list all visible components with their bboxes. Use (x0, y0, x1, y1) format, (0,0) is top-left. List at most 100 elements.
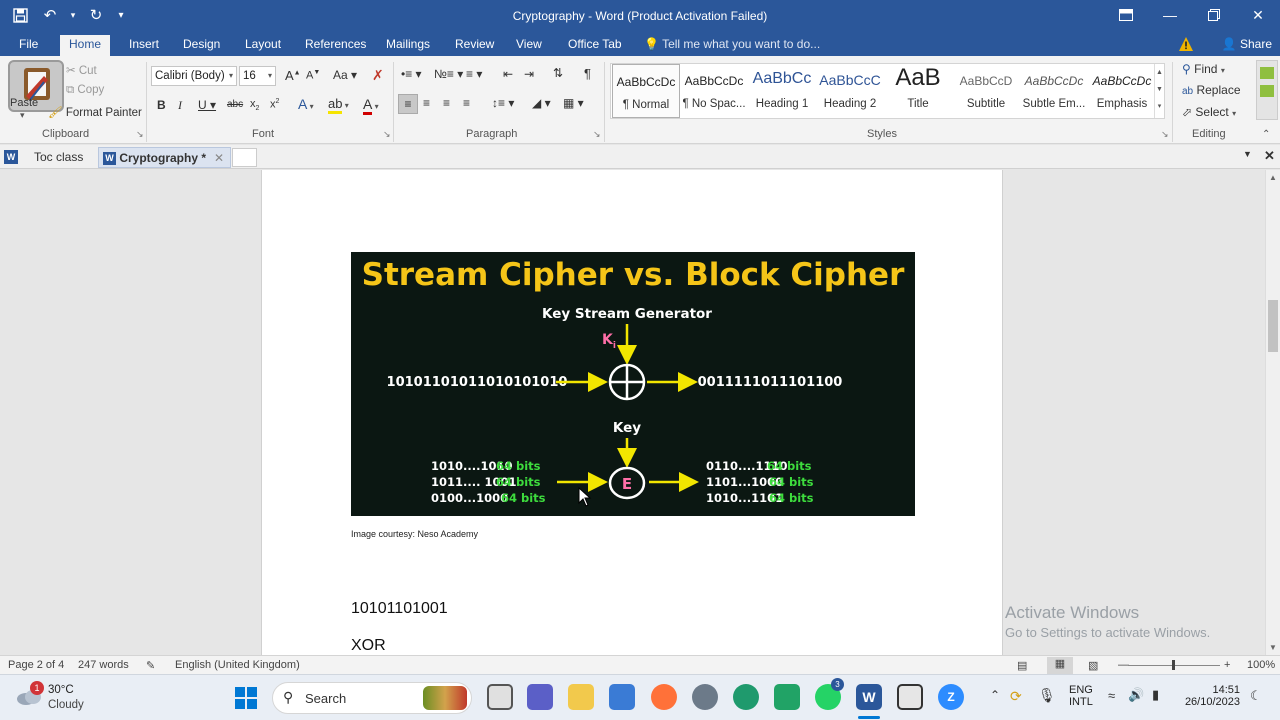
task-view-icon[interactable] (487, 684, 513, 710)
tab-file[interactable]: File (10, 35, 47, 56)
snipping-tool-icon[interactable] (897, 684, 923, 710)
zoom-in-icon[interactable]: + (1224, 659, 1230, 671)
tab-review[interactable]: Review (446, 35, 503, 56)
increase-indent-icon[interactable]: ⇥ (524, 67, 534, 81)
style-emphasis[interactable]: AaBbCcDc Emphasis (1088, 64, 1156, 118)
style-title[interactable]: AaB Title (884, 64, 952, 118)
read-mode-icon[interactable]: ▤ (1017, 659, 1027, 672)
align-center-icon[interactable]: ≡ (423, 96, 430, 110)
subscript-icon[interactable]: x2 (250, 98, 259, 112)
tab-view[interactable]: View (507, 35, 551, 56)
pycharm-icon[interactable] (774, 684, 800, 710)
style-subtle-emphasis[interactable]: AaBbCcDc Subtle Em... (1020, 64, 1088, 118)
style-heading-1[interactable]: AaBbCc Heading 1 (748, 64, 816, 118)
text-effects-icon[interactable]: A ▾ (298, 96, 314, 112)
document-page[interactable]: Stream Cipher vs. Block Cipher Key Strea… (261, 170, 1003, 655)
style-no-spacing[interactable]: AaBbCcDc ¶ No Spac... (680, 64, 748, 118)
edge-icon[interactable] (733, 684, 759, 710)
multilevel-list-icon[interactable]: ≡ ▾ (466, 67, 482, 81)
style-heading-2[interactable]: AaBbCcC Heading 2 (816, 64, 884, 118)
shrink-font-icon[interactable]: A▼ (306, 69, 320, 82)
decrease-indent-icon[interactable]: ⇤ (503, 67, 513, 81)
zoom-app-icon[interactable]: Z (938, 684, 964, 710)
scroll-thumb[interactable] (1268, 300, 1278, 352)
tab-insert[interactable]: Insert (120, 35, 168, 56)
vertical-scrollbar[interactable]: ▲ ▼ (1265, 170, 1280, 655)
borders-icon[interactable]: ▦ ▾ (563, 96, 584, 110)
tab-home[interactable]: Home (60, 35, 111, 56)
copy-button[interactable]: ⧉ Copy (66, 84, 104, 97)
word-count[interactable]: 247 words (78, 659, 129, 671)
cloud-icon[interactable]: 1 (16, 681, 44, 707)
sync-icon[interactable]: ⟳ (1010, 688, 1022, 705)
font-launcher-icon[interactable]: ↘ (383, 129, 391, 140)
tab-list-dropdown-icon[interactable]: ▼ (1243, 149, 1252, 159)
input-language[interactable]: ENG INTL (1069, 684, 1093, 708)
warning-icon[interactable] (1178, 36, 1194, 52)
tab-references[interactable]: References (296, 35, 375, 56)
align-right-icon[interactable]: ≡ (443, 96, 450, 110)
page-count[interactable]: Page 2 of 4 (8, 659, 64, 671)
format-painter-button[interactable]: 🖌 Format Painter (48, 105, 142, 119)
replace-button[interactable]: ab Replace (1182, 83, 1241, 97)
show-hidden-icons-icon[interactable]: ⌃ (990, 688, 1000, 702)
tab-mailings[interactable]: Mailings (377, 35, 439, 56)
document-workspace[interactable]: Stream Cipher vs. Block Cipher Key Strea… (0, 170, 1265, 655)
windows-start-icon[interactable] (235, 687, 257, 709)
share-button[interactable]: 👤 Share (1222, 35, 1272, 54)
styles-scroll[interactable]: ▲ ▼ ▾ (1154, 64, 1164, 118)
teams-icon[interactable] (527, 684, 553, 710)
firefox-icon[interactable] (651, 684, 677, 710)
side-panel-toggle[interactable] (1256, 60, 1278, 120)
grow-font-icon[interactable]: A▲ (285, 68, 301, 83)
underline-icon[interactable]: U ▾ (198, 98, 216, 112)
italic-icon[interactable]: I (178, 98, 182, 113)
bullets-icon[interactable]: •≡ ▾ (401, 67, 422, 81)
volume-icon[interactable]: 🔊 (1128, 687, 1144, 703)
whatsapp-icon[interactable]: 3 (815, 678, 844, 710)
tab-office-tab[interactable]: Office Tab (559, 35, 631, 56)
clear-formatting-icon[interactable]: ✗ (372, 67, 384, 84)
microphone-icon[interactable]: 🎙 (1038, 687, 1056, 704)
close-all-tabs-icon[interactable]: ✕ (1264, 148, 1275, 164)
font-name-combo[interactable]: Calibri (Body) ▾ (151, 66, 237, 86)
cut-button[interactable]: ✂ Cut (66, 63, 97, 77)
tell-me-box[interactable]: 💡 Tell me what you want to do... (644, 35, 820, 54)
select-button[interactable]: ⬀ Select ▾ (1182, 105, 1236, 119)
new-tab-button[interactable] (232, 148, 257, 167)
font-size-combo[interactable]: 16 ▾ (239, 66, 276, 86)
battery-icon[interactable]: ▮ (1152, 687, 1159, 703)
line-spacing-icon[interactable]: ↕≡ ▾ (492, 96, 514, 110)
close-tab-icon[interactable]: ✕ (214, 148, 224, 169)
justify-icon[interactable]: ≡ (463, 96, 470, 110)
change-case-icon[interactable]: Aa ▾ (333, 68, 357, 82)
pilcrow-icon[interactable]: ¶ (584, 66, 591, 81)
wifi-icon[interactable]: ≈ (1108, 688, 1115, 703)
zoom-slider-thumb[interactable] (1172, 660, 1175, 670)
language-status[interactable]: English (United Kingdom) (175, 659, 300, 671)
style-normal[interactable]: AaBbCcDc ¶ Normal (612, 64, 680, 118)
scroll-up-icon[interactable]: ▲ (1269, 173, 1277, 182)
tab-design[interactable]: Design (174, 35, 229, 56)
shading-icon[interactable]: ◢ ▾ (532, 96, 551, 110)
taskbar-search-box[interactable]: ⚲ Search (272, 682, 472, 714)
superscript-icon[interactable]: x2 (270, 98, 279, 111)
sort-icon[interactable]: ⇅ (553, 66, 563, 80)
web-layout-icon[interactable]: ▧ (1088, 659, 1098, 672)
doc-tab-toc-class[interactable]: Toc class (20, 147, 97, 168)
scroll-down-icon[interactable]: ▼ (1269, 643, 1277, 652)
close-icon[interactable]: ✕ (1236, 0, 1280, 30)
collapse-ribbon-icon[interactable]: ⌃ (1262, 129, 1270, 140)
tab-layout[interactable]: Layout (236, 35, 290, 56)
restore-icon[interactable] (1192, 0, 1236, 30)
paragraph-launcher-icon[interactable]: ↘ (593, 129, 601, 140)
file-explorer-icon[interactable] (568, 684, 594, 710)
highlight-icon[interactable]: ab ▾ (328, 96, 349, 114)
clipboard-launcher-icon[interactable]: ↘ (136, 129, 144, 140)
weather-condition[interactable]: Cloudy (48, 699, 84, 711)
bold-icon[interactable]: B (157, 98, 166, 112)
doc-tab-cryptography[interactable]: W Cryptography * ✕ (98, 147, 231, 168)
zoom-level[interactable]: 100% (1247, 659, 1275, 671)
word-taskbar-icon[interactable]: W (856, 684, 882, 710)
print-layout-icon[interactable]: ▦ (1047, 657, 1073, 674)
